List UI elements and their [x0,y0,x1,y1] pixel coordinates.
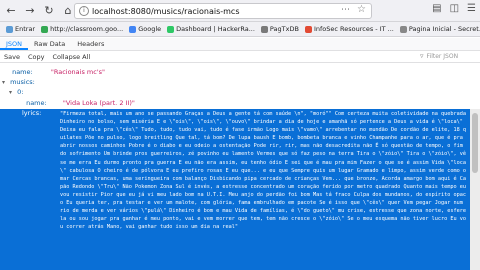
viewer-toolbar: Save Copy Collapse All ▿ Filter JSON [0,51,480,63]
bookmark-item[interactable]: http://classroom.goo... [41,25,123,33]
bookmark-item[interactable]: Google [129,25,161,33]
tab-headers[interactable]: Headers [71,38,110,50]
tree-key: lyrics: [22,109,42,117]
toolbar-icons: ▤ ◫ ☰ [432,3,476,14]
scrollbar[interactable] [470,109,480,270]
bookmark-item[interactable]: PagTxDB [260,25,299,33]
bookmark-favicon-icon [399,25,407,33]
scrollbar-thumb[interactable] [472,113,478,173]
forward-arrow-icon[interactable]: → [22,3,38,19]
browser-toolbar: ← → ↻ ⌂ i localhost:8080/musics/racionai… [0,0,480,22]
tree-value: "Racionais mc's" [50,68,105,76]
tree-value: "Vida Loka (part. 2 II)" [62,99,135,107]
bookmark-item[interactable]: Dashboard | HackerRa... [167,25,255,33]
tab-json[interactable]: JSON [0,38,29,50]
collapse-all-button[interactable]: Collapse All [48,53,94,61]
bookmark-favicon-icon [260,25,268,33]
bookmark-favicon-icon [304,25,312,33]
copy-button[interactable]: Copy [24,53,49,61]
filter-icon: ▿ [420,52,424,60]
tree-row-music-name[interactable]: name: "Vida Loka (part. 2 II)" [0,98,480,108]
bookmarks-bar: Entrar http://classroom.goo... Google Da… [0,22,480,37]
bookmark-item[interactable]: InfoSec Resources - IT ... [304,25,394,33]
lyrics-value: "Firmeza total, mais um ano se passando … [60,111,467,231]
bookmark-favicon-icon [41,25,49,33]
expand-arrow-icon[interactable]: ▾ [9,88,15,98]
bookmark-item[interactable]: Entrar [6,25,35,33]
filter-placeholder: Filter JSON [426,52,459,60]
bookmark-favicon-icon [6,25,13,33]
page-actions-icon[interactable]: ⋯ [341,5,351,15]
sidebar-icon[interactable]: ◫ [450,3,459,14]
library-icon[interactable]: ▤ [432,3,441,14]
back-arrow-icon[interactable]: ← [3,3,19,19]
tree-row-name[interactable]: name: "Racionais mc's" [0,67,480,77]
bookmark-favicon-icon [129,25,137,33]
tree-key: name: [26,99,47,107]
tree-key: musics: [10,78,35,86]
json-tree: name: "Racionais mc's" ▾ musics: ▾ 0: na… [0,63,480,270]
bookmark-favicon-icon [167,25,175,33]
tree-row-musics[interactable]: ▾ musics: [0,77,480,87]
reload-icon[interactable]: ↻ [41,3,57,19]
info-icon[interactable]: i [79,6,89,16]
address-bar[interactable]: i localhost:8080/musics/racionais-mcs ⋯ … [74,3,372,19]
tree-row-lyrics-selected[interactable]: lyrics: "Firmeza total, mais um ano se p… [0,109,470,270]
bookmark-star-icon[interactable]: ☆ [357,4,366,15]
bookmark-item[interactable]: Pagina Inicial - Secret... [399,25,480,33]
tree-key: name: [12,68,33,76]
save-button[interactable]: Save [0,53,24,61]
url-text: localhost:8080/musics/racionais-mcs [92,6,240,16]
filter-json-input[interactable]: ▿ Filter JSON [420,52,476,60]
tree-row-index[interactable]: ▾ 0: [0,87,480,97]
tab-raw-data[interactable]: Raw Data [28,38,71,50]
menu-icon[interactable]: ☰ [467,3,476,14]
tree-key: 0: [17,88,24,96]
viewer-tabs: JSON Raw Data Headers [0,38,480,51]
